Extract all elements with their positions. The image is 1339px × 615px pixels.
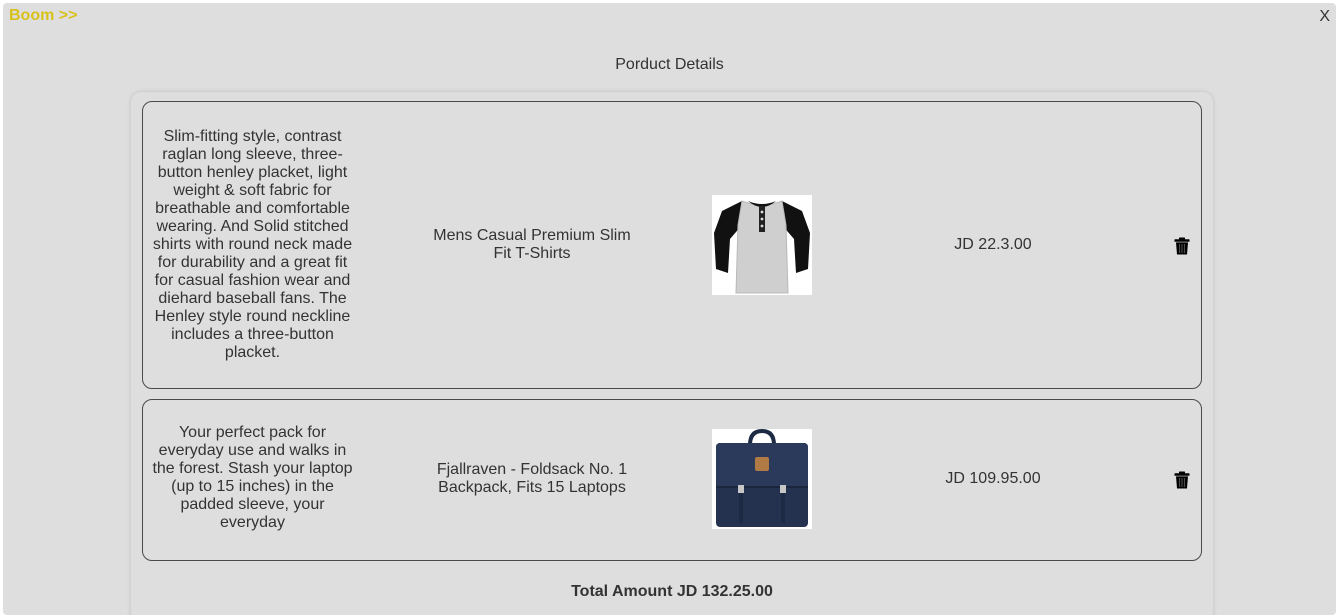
product-price: JD 109.95.00 xyxy=(945,470,1041,487)
product-description: Your perfect pack for everyday use and w… xyxy=(152,424,353,531)
product-name: Mens Casual Premium Slim Fit T-Shirts xyxy=(433,227,631,262)
product-card: Your perfect pack for everyday use and w… xyxy=(142,399,1202,561)
henley-shirt-image xyxy=(712,195,812,295)
close-button[interactable]: X xyxy=(1319,8,1330,26)
product-name: Fjallraven - Foldsack No. 1 Backpack, Fi… xyxy=(436,461,628,496)
cart-panel: Slim-fitting style, contrast raglan long… xyxy=(131,92,1213,615)
trash-icon[interactable] xyxy=(1174,471,1190,489)
backpack-image xyxy=(712,428,812,529)
brand-link[interactable]: Boom >> xyxy=(9,7,77,25)
trash-icon[interactable] xyxy=(1174,237,1190,255)
total-amount: Total Amount JD 132.25.00 xyxy=(571,583,773,600)
page-title: Porduct Details xyxy=(615,56,724,73)
product-description: Slim-fitting style, contrast raglan long… xyxy=(152,128,353,361)
product-price: JD 22.3.00 xyxy=(954,236,1032,253)
product-details-modal: Boom >> X Porduct Details Slim-fitting s… xyxy=(3,3,1336,615)
product-card: Slim-fitting style, contrast raglan long… xyxy=(142,101,1202,389)
